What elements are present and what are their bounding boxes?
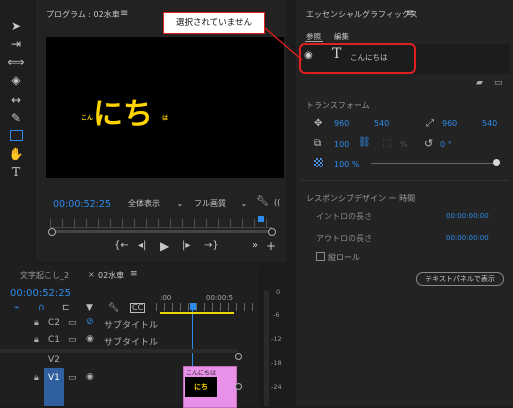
clip-title: こんにちは [186, 370, 217, 377]
ruler-label: 00:00:5 [206, 294, 233, 302]
lock-icon[interactable]: 🔒︎ [34, 373, 39, 383]
track-row: V2 [0, 353, 258, 367]
eye-hidden-icon[interactable]: ⊘ [86, 317, 94, 327]
track-row: 🔒︎ C1 ▭ ◉ サブタイトル [0, 332, 258, 348]
sync-icon[interactable]: ▭ [68, 318, 77, 328]
work-area-bar[interactable] [160, 312, 234, 314]
track-name: V1 [48, 373, 60, 383]
magnet-icon[interactable]: ∩ [38, 303, 45, 313]
meter-label: -18 [271, 359, 282, 367]
marker-icon[interactable]: ▼ [86, 303, 93, 313]
timeline-clip[interactable]: こんにちは にち [183, 366, 237, 408]
ruler-start: :00 [160, 294, 172, 302]
track-label: サブタイトル [104, 338, 159, 348]
callout-highlight-box [299, 43, 416, 74]
meter-bar [264, 291, 269, 406]
clip-thumbnail: にち [185, 377, 217, 397]
track-name: C2 [48, 318, 61, 328]
track-name: V2 [48, 355, 60, 365]
timeline-timecode[interactable]: 00:00:52:25 [10, 288, 71, 299]
meter-label: -24 [271, 383, 282, 391]
track-row: 🔒︎ C2 ▭ ⊘ サブタイトル [0, 315, 258, 331]
lock-icon[interactable]: 🔒︎ [34, 335, 39, 345]
time-ruler[interactable] [156, 303, 256, 311]
track-label: サブタイトル [104, 321, 159, 331]
sync-icon[interactable]: ▭ [68, 335, 77, 345]
meter-label: -6 [273, 311, 280, 319]
sync-icon[interactable]: ▭ [68, 373, 77, 383]
timeline-panel: 文字起こし_2 × 02水車 ≡ 00:00:52:25 ⌁ ∩ ⊏ ▼ 🔧︎ … [0, 265, 258, 408]
meter-label: -12 [271, 335, 282, 343]
track-scroll-handle[interactable] [235, 383, 242, 390]
audio-meter: 0 -6 -12 -18 -24 [260, 265, 290, 406]
timeline-playhead[interactable] [190, 303, 196, 310]
settings-icon[interactable]: 🔧︎ [108, 303, 119, 313]
linked-icon[interactable]: ⊏ [62, 303, 70, 313]
snap-icon[interactable]: ⌁ [14, 303, 19, 313]
track-name: C1 [48, 335, 61, 345]
tab-transcript[interactable]: 文字起こし_2 [20, 270, 69, 281]
lock-icon[interactable]: 🔒︎ [34, 318, 39, 328]
sequence-menu-icon[interactable]: ≡ [130, 269, 138, 279]
meter-label: 0 [276, 288, 281, 296]
eye-icon[interactable]: ◉ [86, 334, 94, 344]
tab-close-icon[interactable]: × [88, 270, 95, 279]
eye-icon[interactable]: ◉ [86, 372, 94, 382]
tab-sequence[interactable]: 02水車 [98, 270, 124, 281]
captions-icon[interactable]: CC [130, 303, 146, 313]
